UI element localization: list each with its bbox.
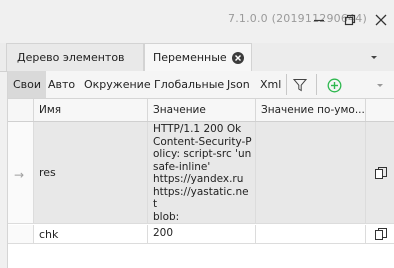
toolbar-divider bbox=[316, 74, 317, 95]
close-window-button[interactable] bbox=[371, 10, 391, 30]
restore-button[interactable] bbox=[340, 10, 360, 30]
tab-variables[interactable]: Переменные bbox=[144, 43, 252, 71]
tabs-menu-chevron-icon[interactable] bbox=[368, 51, 380, 63]
add-circle-icon bbox=[327, 78, 341, 92]
add-variable-button[interactable] bbox=[324, 75, 344, 95]
filter-xml[interactable]: Xml bbox=[255, 71, 286, 98]
minimize-icon bbox=[314, 19, 324, 22]
chevron-down-icon[interactable] bbox=[374, 79, 386, 91]
copy-icon[interactable] bbox=[374, 166, 388, 180]
filter-global[interactable]: Глобальные bbox=[149, 71, 229, 98]
column-name-header[interactable]: Имя bbox=[34, 99, 148, 121]
filter-environment[interactable]: Окружение bbox=[79, 71, 156, 98]
row-indicator bbox=[8, 225, 34, 243]
restore-icon bbox=[344, 14, 356, 26]
variable-default-value[interactable] bbox=[256, 122, 366, 223]
row-actions bbox=[366, 122, 394, 223]
variable-name[interactable]: res bbox=[34, 122, 148, 223]
copy-icon[interactable] bbox=[374, 227, 388, 241]
row-indicator: → bbox=[8, 122, 34, 223]
table-row[interactable]: chk 200 bbox=[8, 225, 394, 244]
table-row[interactable]: → res HTTP/1.1 200 Ok Content-Security-P… bbox=[8, 122, 394, 224]
variables-filter-bar: Свои Авто Окружение Глобальные Json Xml bbox=[7, 71, 394, 99]
minimize-button[interactable] bbox=[309, 10, 329, 30]
toolbar-divider bbox=[286, 74, 287, 95]
variable-value[interactable]: HTTP/1.1 200 Ok Content-Security-Policy:… bbox=[148, 122, 256, 223]
filter-own[interactable]: Свои bbox=[8, 71, 47, 98]
column-default-header[interactable]: Значение по-умо... bbox=[256, 99, 366, 121]
column-value-header[interactable]: Значение bbox=[148, 99, 256, 121]
tab-element-tree[interactable]: Дерево элементов bbox=[6, 43, 144, 71]
table-header: Имя Значение Значение по-умо... bbox=[8, 99, 394, 122]
tab-label: Дерево элементов bbox=[17, 51, 125, 64]
close-icon bbox=[235, 55, 241, 61]
variable-name[interactable]: chk bbox=[34, 225, 148, 243]
header-actions bbox=[366, 99, 394, 121]
close-icon bbox=[375, 14, 387, 26]
row-arrow-icon: → bbox=[14, 168, 25, 182]
filter-button[interactable] bbox=[290, 75, 310, 95]
filter-json[interactable]: Json bbox=[222, 71, 255, 98]
row-actions bbox=[366, 225, 394, 243]
variable-value[interactable]: 200 bbox=[148, 225, 256, 243]
filter-auto[interactable]: Авто bbox=[43, 71, 80, 98]
variables-table: Имя Значение Значение по-умо... → res HT… bbox=[7, 99, 394, 268]
variable-default-value[interactable] bbox=[256, 225, 366, 243]
panel-tabs: Дерево элементов Переменные bbox=[0, 43, 394, 72]
filter-icon bbox=[293, 79, 307, 92]
tab-label: Переменные bbox=[153, 51, 227, 64]
window-titlebar: 7.1.0.0 (201911290644) bbox=[0, 0, 394, 40]
header-indicator bbox=[8, 99, 34, 121]
tab-close-button[interactable] bbox=[232, 52, 244, 64]
